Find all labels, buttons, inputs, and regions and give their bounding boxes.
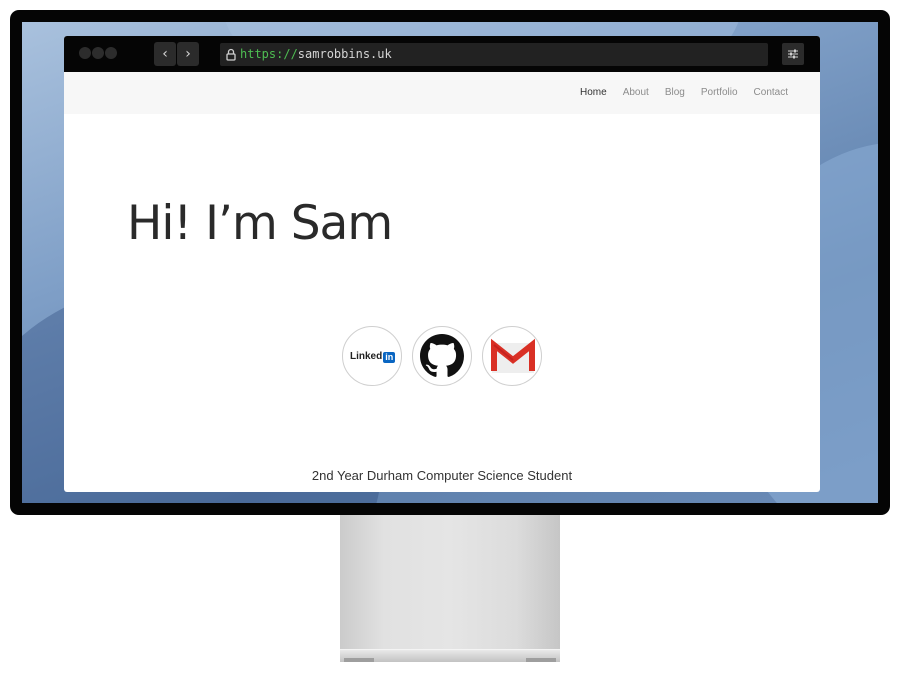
gmail-icon — [491, 338, 535, 373]
subtitle-text: 2nd Year Durham Computer Science Student — [311, 468, 573, 483]
url-host: samrobbins.uk — [297, 47, 392, 61]
github-button[interactable] — [412, 326, 472, 386]
window-minimize-dot[interactable] — [92, 47, 104, 59]
back-button[interactable]: ‹ — [154, 42, 176, 66]
stand-foot — [344, 658, 374, 662]
nav-link-about[interactable]: About — [623, 86, 649, 100]
browser-window: ‹ › https://samrobbins.uk Home About Blo… — [64, 36, 820, 492]
settings-button[interactable] — [782, 43, 804, 65]
monitor-screen: ‹ › https://samrobbins.uk Home About Blo… — [22, 22, 878, 503]
forward-button[interactable]: › — [177, 42, 199, 66]
stand-foot — [526, 658, 556, 662]
address-bar[interactable]: https://samrobbins.uk — [220, 43, 768, 66]
chevron-right-icon: › — [185, 46, 191, 62]
lock-icon — [226, 48, 236, 61]
nav-link-home[interactable]: Home — [580, 86, 607, 100]
window-close-dot[interactable] — [79, 47, 91, 59]
url-text: https://samrobbins.uk — [240, 46, 392, 63]
window-zoom-dot[interactable] — [105, 47, 117, 59]
linkedin-wordmark: Linked — [350, 351, 383, 362]
linkedin-badge: in — [383, 351, 396, 363]
chevron-left-icon: ‹ — [162, 46, 168, 62]
url-scheme: https:// — [240, 47, 298, 61]
hero-title: Hi! I’m Sam — [127, 196, 393, 251]
gmail-button[interactable] — [482, 326, 542, 386]
social-links: Linked in — [342, 326, 542, 386]
linkedin-icon: Linked in — [350, 351, 396, 363]
nav-links: Home About Blog Portfolio Contact — [580, 86, 788, 100]
linkedin-button[interactable]: Linked in — [342, 326, 402, 386]
monitor-stand — [340, 515, 560, 649]
github-icon — [420, 334, 464, 377]
nav-link-portfolio[interactable]: Portfolio — [701, 86, 738, 100]
nav-link-contact[interactable]: Contact — [754, 86, 788, 100]
site-navbar: Home About Blog Portfolio Contact — [64, 72, 820, 114]
sliders-icon — [788, 49, 798, 59]
nav-link-blog[interactable]: Blog — [665, 86, 685, 100]
browser-toolbar: ‹ › https://samrobbins.uk — [64, 36, 820, 72]
